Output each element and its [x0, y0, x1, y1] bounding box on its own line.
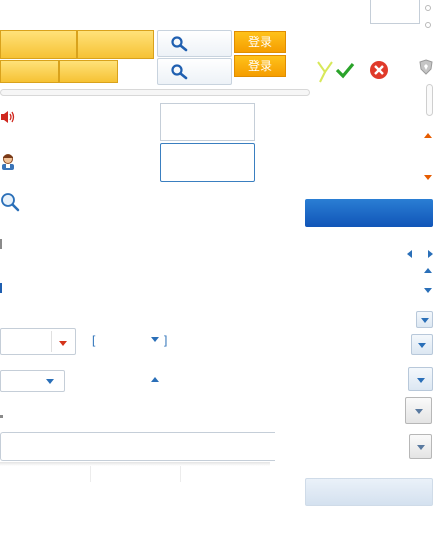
- top-right-box[interactable]: [370, 0, 420, 24]
- dropdown-button-2[interactable]: [411, 334, 433, 355]
- partial-check-icon: [317, 61, 333, 83]
- chevron-down-icon: [418, 343, 426, 348]
- radio-dot-1[interactable]: [425, 5, 431, 11]
- radio-dot-2[interactable]: [425, 22, 431, 28]
- arrow-right-icon[interactable]: [428, 250, 433, 258]
- arrow-down-icon[interactable]: [424, 288, 432, 293]
- search-icon: [171, 64, 188, 80]
- arrow-up-icon[interactable]: [151, 377, 159, 382]
- input-field[interactable]: [160, 103, 255, 141]
- column-divider-2: [180, 466, 181, 482]
- arrow-left-icon[interactable]: [407, 250, 412, 258]
- chevron-down-icon: [417, 445, 425, 450]
- arrow-up-icon[interactable]: [424, 268, 432, 273]
- content-shadow: [0, 462, 270, 466]
- inline-dropdown[interactable]: [ ]: [92, 333, 172, 349]
- dropdown-button-3[interactable]: [408, 367, 433, 391]
- left-marker-small: [0, 415, 3, 418]
- dropdown-button-1[interactable]: [416, 311, 433, 328]
- check-icon[interactable]: [335, 61, 355, 79]
- chevron-down-icon: [421, 318, 429, 323]
- zoom-search-icon[interactable]: [0, 192, 20, 212]
- tile-4[interactable]: [59, 60, 118, 83]
- select-dropdown-1[interactable]: [0, 328, 76, 355]
- shield-icon: [419, 59, 433, 75]
- bracket-right: ]: [164, 333, 168, 347]
- chevron-down-icon: [46, 379, 54, 384]
- select-dropdown-2[interactable]: [0, 370, 65, 392]
- horizontal-scrollbar[interactable]: [0, 89, 310, 96]
- bracket-left: [: [92, 333, 96, 347]
- left-marker-blue: [0, 283, 2, 293]
- chevron-down-icon: [415, 409, 423, 414]
- chevron-down-icon: [59, 341, 67, 346]
- tile-3[interactable]: [0, 60, 59, 83]
- dropdown-button-4[interactable]: [405, 397, 432, 424]
- login-button-top[interactable]: 登录: [234, 31, 286, 53]
- vertical-scrollbar[interactable]: [426, 84, 433, 116]
- chevron-down-icon: [417, 378, 425, 383]
- search-button-top[interactable]: [157, 30, 232, 57]
- search-icon: [171, 36, 188, 52]
- speaker-icon[interactable]: [0, 110, 16, 124]
- dropdown-button-5[interactable]: [409, 434, 432, 459]
- arrow-down-orange-icon[interactable]: [424, 175, 432, 180]
- column-divider-1: [90, 466, 91, 482]
- search-button-bottom[interactable]: [157, 58, 232, 85]
- user-icon[interactable]: [0, 153, 16, 171]
- light-blue-bar[interactable]: [305, 478, 433, 506]
- tile-1[interactable]: [0, 30, 77, 59]
- close-icon[interactable]: [369, 60, 389, 80]
- accent-bar[interactable]: [305, 199, 433, 227]
- tile-2[interactable]: [77, 30, 154, 59]
- left-marker-gray: [0, 239, 2, 249]
- login-button-bottom[interactable]: 登录: [234, 55, 286, 77]
- chevron-down-icon: [151, 337, 159, 342]
- select-divider: [51, 331, 52, 352]
- input-field-focused[interactable]: [160, 143, 255, 182]
- wide-input-field[interactable]: [0, 432, 275, 461]
- arrow-up-orange-icon[interactable]: [424, 133, 432, 138]
